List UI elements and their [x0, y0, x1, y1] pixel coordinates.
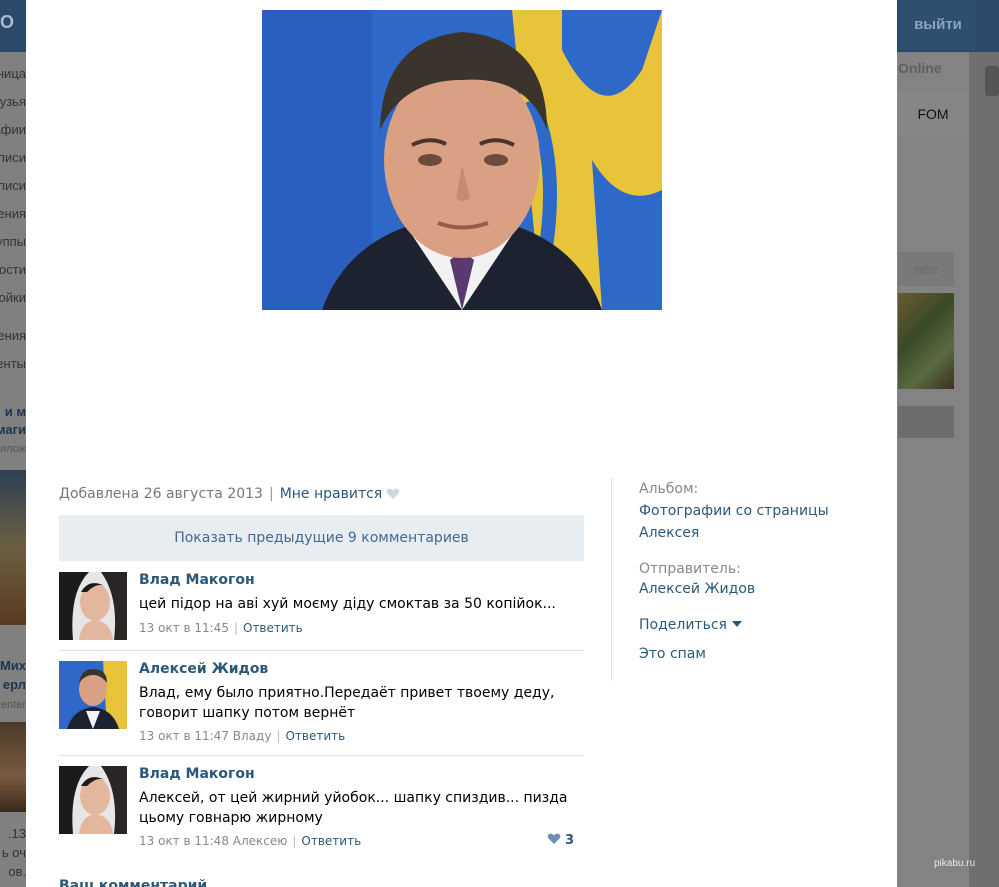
album-link-continued[interactable]: Алексея [639, 525, 699, 541]
heart-icon[interactable] [386, 488, 400, 500]
comment-divider [59, 650, 584, 651]
left-menu-item[interactable]: Мои Новости [0, 260, 26, 280]
left-ad-image[interactable] [0, 470, 26, 625]
album-link[interactable]: Фотографии со страницы [639, 503, 829, 519]
left-menu-item[interactable]: Документы [0, 354, 26, 374]
reply-button[interactable]: Ответить [243, 621, 303, 635]
avatar-image [59, 766, 127, 834]
comment-text: Алексей, от цей жирний уйобок... шапку с… [139, 790, 568, 826]
dropdown-arrow-icon [731, 621, 742, 627]
left-menu-item[interactable]: Приложения [0, 326, 26, 346]
right-edge-background [969, 52, 999, 887]
portrait-image [262, 10, 662, 310]
reply-button[interactable]: Ответить [285, 729, 345, 743]
photo-viewer-modal: Добавлена 26 августа 2013 | Мне нравится П… [26, 0, 897, 887]
left-fragment: ь оч [1, 845, 26, 860]
avatar-image [59, 572, 127, 640]
left-menu-item[interactable]: Мои Сообщения [0, 204, 26, 224]
left-fragment: enter [0, 699, 26, 711]
comment-divider [59, 755, 584, 756]
photo-meta: Добавлена 26 августа 2013 | Мне нравится [59, 486, 400, 502]
comment-author[interactable]: Влад Макогон [139, 766, 255, 782]
sidebar-divider [611, 478, 612, 681]
comment-info: 13 окт в 11:47 Владу | Ответить [139, 729, 345, 743]
left-menu-item[interactable]: Мои Группы [0, 232, 26, 252]
info-separator: | [233, 621, 238, 635]
comment-text: цей підор на аві хуй моєму діду смоктав … [139, 596, 556, 612]
left-menu-item[interactable]: Мои Фотографии [0, 120, 26, 140]
comment-info: 13 окт в 11:48 Алексею | Ответить [139, 834, 361, 848]
comment-time[interactable]: 13 окт в 11:45 [139, 621, 229, 635]
like-button[interactable]: Мне нравится [280, 486, 383, 502]
logout-button[interactable]: выйти [900, 0, 976, 50]
left-fragment: и м [4, 404, 26, 419]
site-logo[interactable]: O [0, 12, 26, 38]
comment-time[interactable]: 13 окт в 11:48 Алексею [139, 834, 287, 848]
watermark: pikabu.ru [934, 858, 976, 869]
comment-form-link[interactable]: Ваш комментарий [59, 878, 207, 887]
comment: Алексей Жидов Влад, ему было приятно.Пер… [59, 661, 584, 756]
comment: Влад Макогон Алексей, от цей жирний уйоб… [59, 766, 584, 861]
scrollbar-thumb[interactable] [985, 66, 999, 96]
comment-author[interactable]: Влад Макогон [139, 572, 255, 588]
left-fragment: маги [0, 422, 26, 437]
sender-link[interactable]: Алексей Жидов [639, 581, 755, 597]
comment-info: 13 окт в 11:45 | Ответить [139, 621, 303, 635]
all-link[interactable]: все [898, 252, 954, 286]
comment-time[interactable]: 13 окт в 11:47 Владу [139, 729, 271, 743]
left-menu-item[interactable]: Мои Друзья [0, 92, 26, 112]
avatar-image [59, 661, 127, 729]
reply-button[interactable]: Ответить [301, 834, 361, 848]
avatar[interactable] [59, 661, 127, 729]
left-menu-item[interactable]: Мои Видеозаписи [0, 148, 26, 168]
date-added: Добавлена 26 августа 2013 [59, 486, 263, 502]
comment-likes[interactable]: 3 [547, 833, 574, 848]
left-ad-image[interactable] [0, 722, 26, 812]
avatar[interactable] [59, 572, 127, 640]
right-ad-image[interactable] [898, 293, 954, 389]
heart-icon [547, 833, 561, 844]
left-fragment: .13 [7, 826, 26, 841]
comment-author[interactable]: Алексей Жидов [139, 661, 268, 677]
left-fragment: ов. [8, 864, 26, 879]
album-label: Альбом: [639, 481, 699, 497]
fom-block[interactable]: FOM [898, 92, 968, 136]
info-separator: | [276, 729, 281, 743]
meta-separator: | [268, 486, 274, 502]
online-status: Online [898, 60, 942, 76]
share-button[interactable]: Поделиться [639, 617, 742, 633]
photo[interactable] [262, 10, 662, 310]
comment: Влад Макогон цей підор на аві хуй моєму … [59, 572, 584, 652]
info-separator: | [292, 834, 297, 848]
show-previous-comments-button[interactable]: Показать предыдущие 9 комментариев [59, 515, 584, 561]
left-menu-item[interactable]: Мои Аудиозаписи [0, 176, 26, 196]
sender-label: Отправитель: [639, 561, 741, 577]
left-fragment: илож [0, 443, 26, 455]
left-fragment: ерл [2, 677, 26, 692]
share-label: Поделиться [639, 617, 727, 633]
left-menu-item[interactable]: Моя Страница [0, 64, 26, 84]
likes-count: 3 [564, 833, 574, 848]
left-fragment: Мих [0, 658, 26, 673]
report-spam-link[interactable]: Это спам [639, 646, 706, 662]
avatar[interactable] [59, 766, 127, 834]
right-column-background [897, 52, 969, 887]
comment-text: Влад, ему было приятно.Передаёт привет т… [139, 685, 555, 721]
right-ad-bar [898, 406, 954, 438]
left-menu-item[interactable]: Мои Настройки [0, 288, 26, 308]
